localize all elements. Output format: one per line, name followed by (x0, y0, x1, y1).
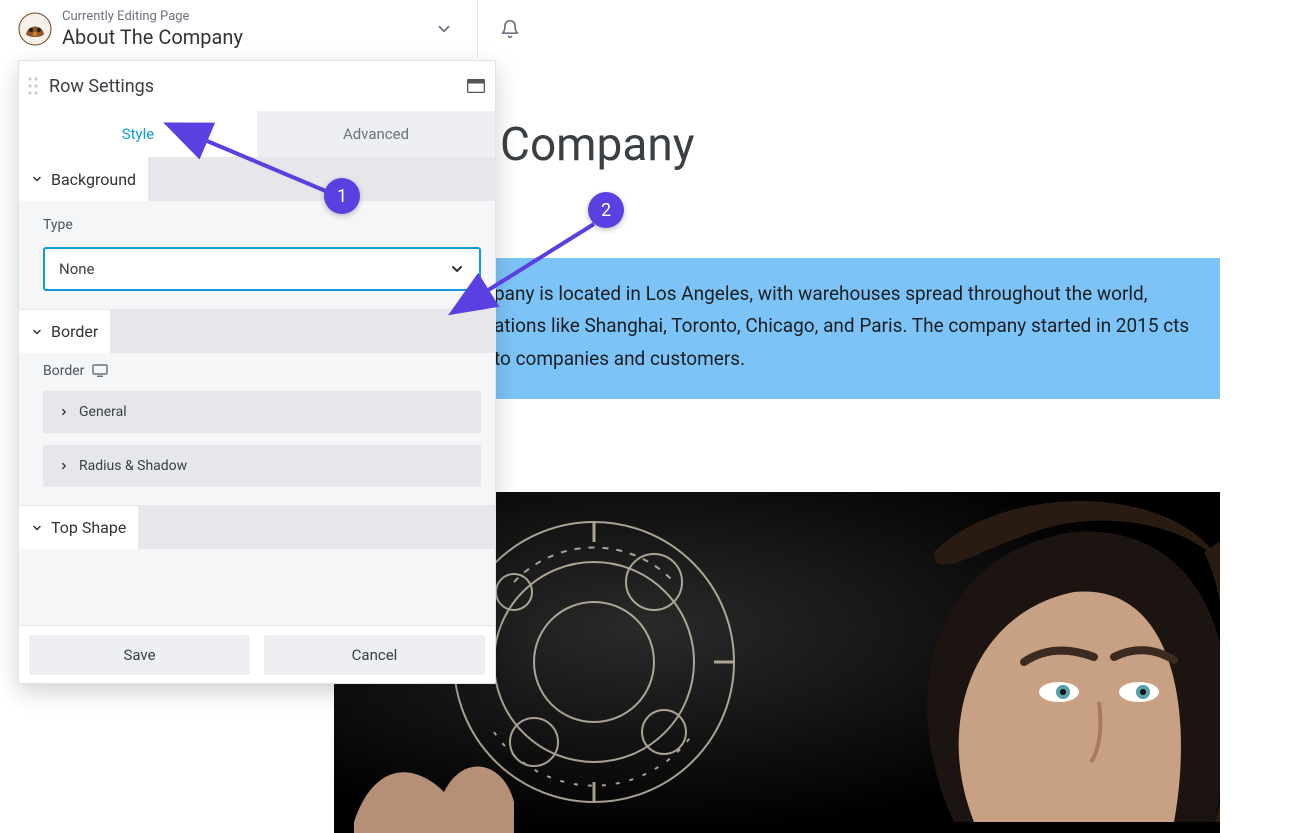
section-top-shape[interactable]: Top Shape (19, 505, 495, 549)
section-background[interactable]: Background (19, 157, 495, 201)
chevron-down-icon (449, 261, 465, 277)
panel-tabs: Style Advanced (19, 111, 495, 157)
panel-scroll[interactable]: Background Type None Border (19, 157, 495, 625)
page-title[interactable]: About The Company (62, 25, 243, 49)
app-logo (18, 12, 52, 46)
save-button[interactable]: Save (29, 635, 250, 675)
type-select[interactable]: None (43, 247, 481, 291)
sub-acc-label: General (79, 404, 127, 420)
tab-advanced[interactable]: Advanced (257, 111, 495, 157)
panel-body: Background Type None Border (19, 157, 495, 625)
chevron-down-icon (31, 522, 43, 534)
bell-icon[interactable] (500, 19, 520, 39)
sub-acc-label: Radius & Shadow (79, 458, 187, 474)
panel-title: Row Settings (49, 76, 154, 97)
topbar: Currently Editing Page About The Company (0, 0, 1316, 58)
chevron-down-icon (31, 173, 43, 185)
topbar-left: Currently Editing Page About The Company (0, 0, 478, 58)
row-settings-panel: Row Settings Style Advanced Background (18, 60, 496, 684)
section-label: Top Shape (51, 518, 126, 537)
sub-label-text: Border (43, 363, 84, 379)
field-type: Type None (19, 201, 495, 309)
border-sub-label: Border (43, 363, 481, 379)
chevron-right-icon (59, 461, 69, 471)
section-label: Border (51, 322, 98, 341)
editing-label: Currently Editing Page (62, 9, 243, 25)
panel-header[interactable]: Row Settings (19, 61, 495, 111)
section-label: Background (51, 170, 136, 189)
drag-handle-icon[interactable] (23, 72, 43, 100)
border-radius-shadow[interactable]: Radius & Shadow (43, 445, 481, 487)
window-icon[interactable] (467, 79, 485, 93)
border-sub-block: Border General (19, 353, 495, 505)
chevron-down-icon (31, 326, 43, 338)
page-heading: Company (500, 118, 695, 172)
page-meta: Currently Editing Page About The Company (62, 9, 243, 49)
panel-footer: Save Cancel (19, 625, 495, 683)
field-label: Type (43, 217, 481, 233)
chevron-right-icon (59, 407, 69, 417)
desktop-icon[interactable] (92, 364, 108, 378)
tab-style[interactable]: Style (19, 111, 257, 157)
select-value: None (59, 260, 95, 278)
cancel-button[interactable]: Cancel (264, 635, 485, 675)
border-general[interactable]: General (43, 391, 481, 433)
section-border[interactable]: Border (19, 309, 495, 353)
chevron-down-icon[interactable] (435, 20, 453, 38)
row-paragraph: pany is located in Los Angeles, with war… (494, 282, 1189, 370)
